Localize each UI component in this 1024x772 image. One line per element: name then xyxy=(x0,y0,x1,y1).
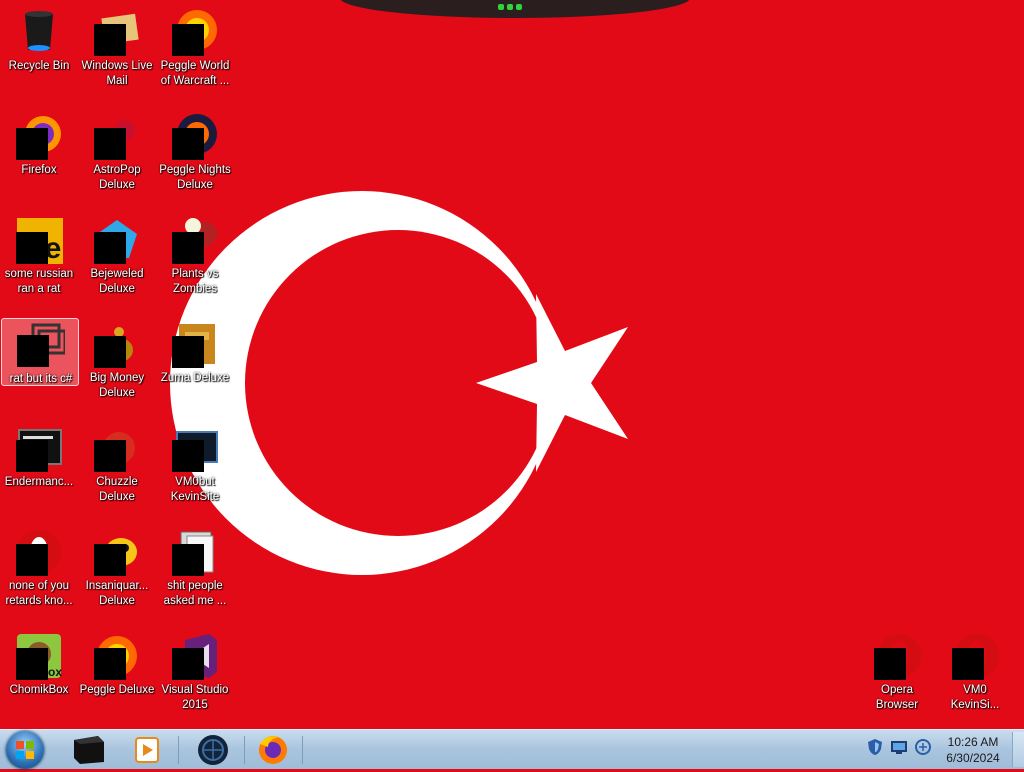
desktop-icon-visual-studio[interactable]: Visual Studio 2015 xyxy=(156,626,234,726)
redaction-block xyxy=(172,544,204,576)
icon-label: ChomikBox xyxy=(9,684,69,696)
icon-label: AstroPop Deluxe xyxy=(93,164,141,191)
taskbar-app-firefox[interactable] xyxy=(246,732,300,767)
desktop-icon-some-russian[interactable]: e some russian ran a rat xyxy=(0,210,78,310)
desktop-icon-peggle-wow[interactable]: Peggle World of Warcraft ... xyxy=(156,2,234,102)
globe-icon xyxy=(198,735,228,765)
desktop-icon-big-money[interactable]: Big Money Deluxe xyxy=(78,314,156,414)
network-tray-icon[interactable] xyxy=(890,738,908,756)
desktop-icon-none-of-you[interactable]: none of you retards kno... xyxy=(0,522,78,622)
redaction-block xyxy=(94,128,126,160)
redaction-block xyxy=(94,648,126,680)
icon-label: Opera Browser xyxy=(875,684,919,711)
desktop-icon-pvz[interactable]: Plants vs Zombies xyxy=(156,210,234,310)
desktop-icon-chomikbox[interactable]: ox ChomikBox xyxy=(0,626,78,726)
desktop-icon-insaniquarium[interactable]: Insaniquar... Deluxe xyxy=(78,522,156,622)
redaction-block xyxy=(94,232,126,264)
desktop-icon-peggle-deluxe[interactable]: Peggle Deluxe xyxy=(78,626,156,726)
start-button[interactable] xyxy=(6,731,44,769)
redaction-block xyxy=(16,544,48,576)
icon-label: some russian ran a rat xyxy=(4,268,74,295)
taskbar-app-media-player[interactable] xyxy=(120,732,174,767)
clock-date: 6/30/2024 xyxy=(946,751,1000,765)
desktop-icon-rat-csharp[interactable]: rat but its c# xyxy=(1,318,79,386)
redaction-block xyxy=(172,24,204,56)
desktop-icon-windows-live-mail[interactable]: Windows Live Mail xyxy=(78,2,156,102)
redaction-block xyxy=(16,648,48,680)
redaction-block xyxy=(172,440,204,472)
redaction-block xyxy=(16,440,48,472)
desktop-icon-astropop[interactable]: AstroPop Deluxe xyxy=(78,106,156,206)
taskbar-app-black-box[interactable] xyxy=(62,732,116,767)
icon-label: rat but its c# xyxy=(9,373,73,385)
icon-label: shit people asked me ... xyxy=(163,580,227,607)
desktop-icon-bejeweled[interactable]: Bejeweled Deluxe xyxy=(78,210,156,310)
system-clock[interactable]: 10:26 AM 6/30/2024 xyxy=(936,734,1010,766)
redaction-block xyxy=(94,24,126,56)
icon-label: Endermanc... xyxy=(4,476,74,488)
icon-label: Chuzzle Deluxe xyxy=(96,476,138,503)
icon-label: Peggle Deluxe xyxy=(79,684,155,696)
icon-label: Plants vs Zombies xyxy=(171,268,219,295)
status-led xyxy=(516,4,522,10)
icon-label: VM0but KevinSite xyxy=(170,476,220,503)
desktop-icon-endermanch[interactable]: Endermanc... xyxy=(0,418,78,518)
recycle-bin-icon xyxy=(25,11,53,51)
desktop-icon-chuzzle[interactable]: Chuzzle Deluxe xyxy=(78,418,156,518)
icon-label: Bejeweled Deluxe xyxy=(90,268,144,295)
black-box-icon xyxy=(74,736,104,764)
desktop-icon-recycle-bin[interactable]: Recycle Bin xyxy=(0,2,78,102)
redaction-block xyxy=(172,336,204,368)
icon-label: VM0 KevinSi... xyxy=(950,684,1000,711)
taskbar-separator xyxy=(178,736,179,764)
redaction-block xyxy=(952,648,984,680)
taskbar: 10:26 AM 6/30/2024 xyxy=(0,729,1024,769)
icon-label: none of you retards kno... xyxy=(5,580,73,607)
redaction-block xyxy=(172,648,204,680)
redaction-block xyxy=(16,128,48,160)
icon-label: Windows Live Mail xyxy=(81,60,153,87)
icon-label: Peggle Nights Deluxe xyxy=(159,164,231,191)
redaction-block xyxy=(94,336,126,368)
redaction-block xyxy=(874,648,906,680)
redaction-block xyxy=(172,128,204,160)
status-led xyxy=(498,4,504,10)
redaction-block xyxy=(94,440,126,472)
windows-logo-icon xyxy=(16,741,34,759)
desktop-icon-opera-browser[interactable]: Opera Browser xyxy=(858,626,936,726)
desktop-icon-vm0-kevinsi[interactable]: VM0 KevinSi... xyxy=(936,626,1014,726)
desktop-icon-zuma[interactable]: Zuma Deluxe xyxy=(156,314,234,414)
redaction-block xyxy=(17,335,49,367)
redaction-block xyxy=(16,232,48,264)
media-player-icon xyxy=(135,737,159,763)
shield-tray-icon[interactable] xyxy=(866,738,884,756)
taskbar-app-globe[interactable] xyxy=(186,732,240,767)
icon-label: Recycle Bin xyxy=(8,60,70,72)
desktop-icon-peggle-nights[interactable]: Peggle Nights Deluxe xyxy=(156,106,234,206)
firefox-icon xyxy=(259,736,287,764)
icon-label: Peggle World of Warcraft ... xyxy=(160,60,230,87)
icon-label: Visual Studio 2015 xyxy=(161,684,229,711)
desktop-icon-people-asked[interactable]: shit people asked me ... xyxy=(156,522,234,622)
show-desktop-button[interactable] xyxy=(1012,732,1024,767)
redaction-block xyxy=(94,544,126,576)
desktop-icon-firefox[interactable]: Firefox xyxy=(0,106,78,206)
status-led xyxy=(507,4,513,10)
taskbar-separator xyxy=(302,736,303,764)
taskbar-separator xyxy=(244,736,245,764)
clock-time: 10:26 AM xyxy=(947,735,999,749)
icon-label: Insaniquar... Deluxe xyxy=(85,580,149,607)
icon-label: Big Money Deluxe xyxy=(89,372,145,399)
volume-tray-icon[interactable] xyxy=(914,738,932,756)
icon-label: Firefox xyxy=(21,164,57,176)
svg-text:ox: ox xyxy=(48,665,62,679)
desktop-icon-vm0but[interactable]: VM0but KevinSite xyxy=(156,418,234,518)
icon-label: Zuma Deluxe xyxy=(160,372,230,384)
redaction-block xyxy=(172,232,204,264)
desktop: Recycle Bin Firefox e some russian ran a… xyxy=(0,0,1024,729)
